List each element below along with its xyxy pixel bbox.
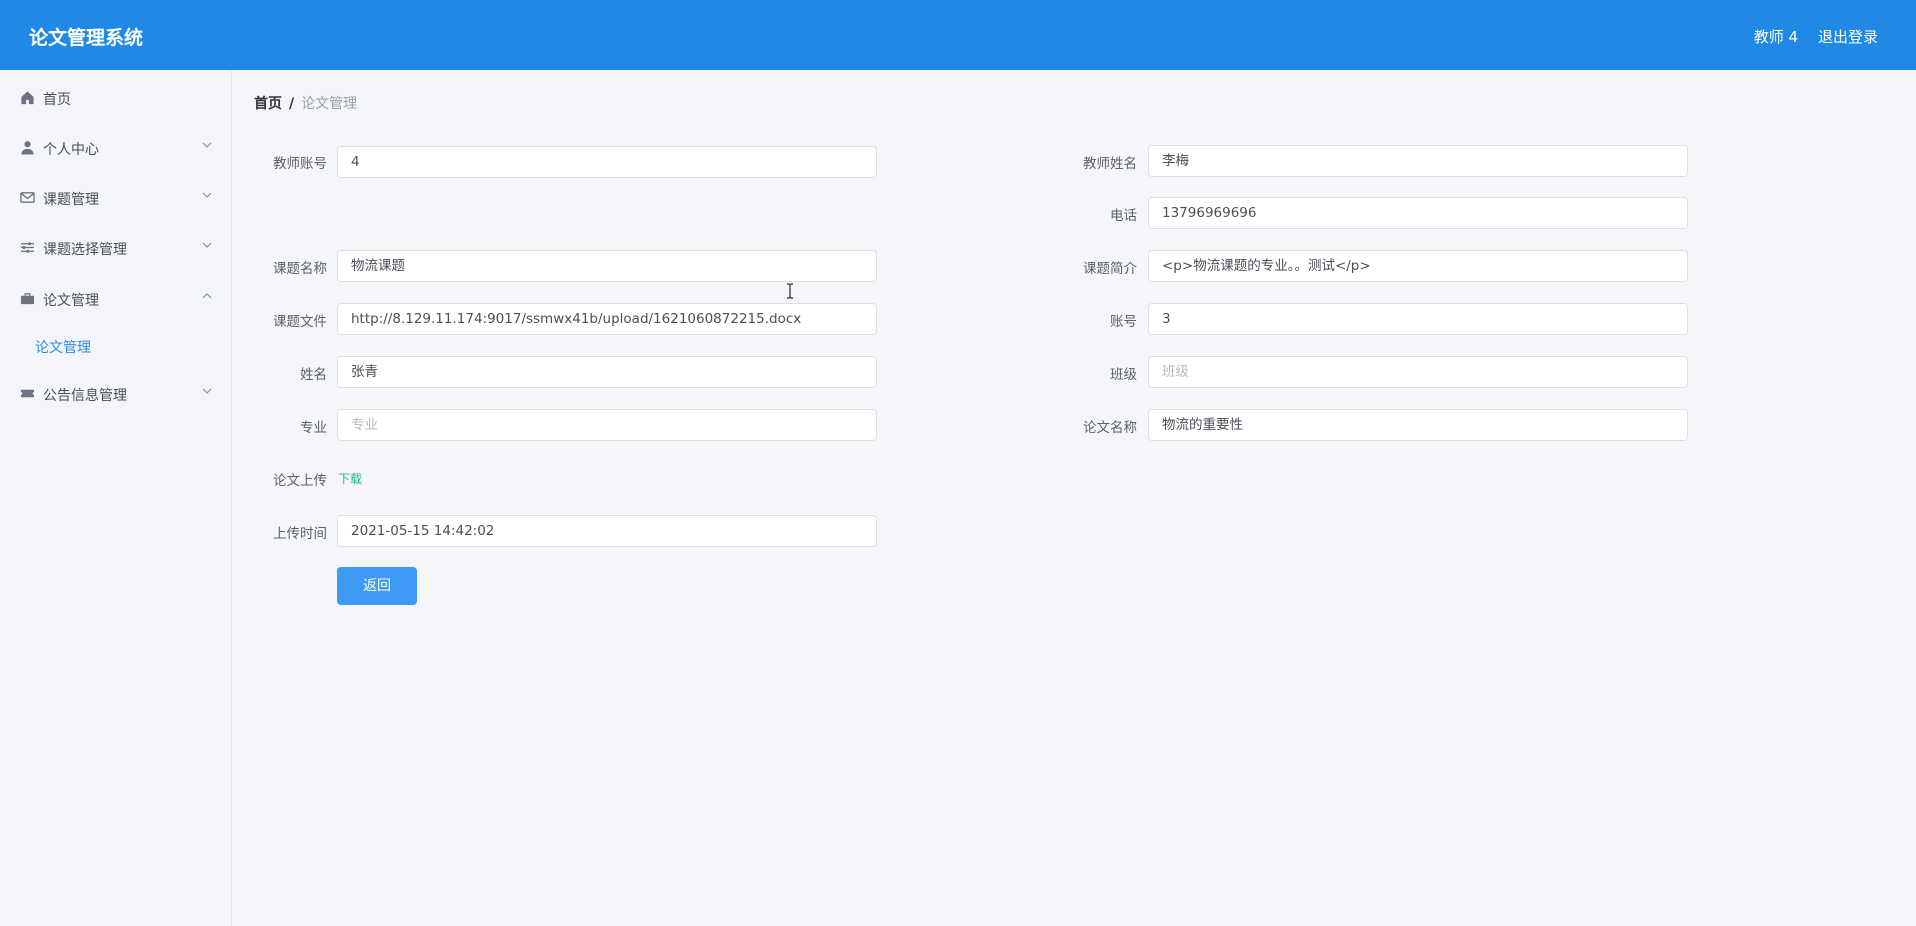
thesis-upload-label: 论文上传 — [273, 473, 327, 489]
sidebar-item-notice-management[interactable]: 公告信息管理 — [0, 369, 232, 419]
phone-label: 电话 — [1110, 208, 1137, 224]
sidebar-item-thesis-management[interactable]: 论文管理 — [0, 274, 232, 324]
thesis-name-field[interactable]: 物流的重要性 — [1148, 409, 1688, 441]
sidebar-item-home[interactable]: 首页 — [0, 73, 232, 123]
sidebar-item-label: 课题选择管理 — [43, 242, 127, 258]
download-link[interactable]: 下载 — [338, 470, 362, 487]
topic-file-field[interactable]: http://8.129.11.174:9017/ssmwx41b/upload… — [337, 303, 877, 335]
chevron-down-icon — [202, 388, 212, 394]
account-field[interactable]: 3 — [1148, 303, 1688, 335]
name-field[interactable]: 张青 — [337, 356, 877, 388]
text-cursor-icon — [787, 283, 793, 299]
home-icon — [21, 91, 34, 105]
major-field[interactable]: 专业 — [337, 409, 877, 441]
topic-name-field[interactable]: 物流课题 — [337, 250, 877, 282]
phone-field[interactable]: 13796969696 — [1148, 197, 1688, 229]
topic-name-label: 课题名称 — [273, 261, 327, 277]
sidebar-item-label: 论文管理 — [43, 293, 99, 309]
sidebar-item-label: 公告信息管理 — [43, 388, 127, 404]
current-user: 教师 4 — [1753, 28, 1798, 46]
upload-time-field[interactable]: 2021-05-15 14:42:02 — [337, 515, 877, 547]
name-label: 姓名 — [300, 367, 327, 383]
sidebar-item-label: 个人中心 — [43, 142, 99, 158]
ticket-icon — [20, 389, 35, 398]
sidebar-item-label: 课题管理 — [43, 192, 99, 208]
mail-icon — [20, 192, 35, 203]
teacher-account-field[interactable]: 4 — [337, 146, 877, 178]
topic-intro-field[interactable]: <p>物流课题的专业。。测试</p> — [1148, 250, 1688, 282]
sidebar-item-topic-selection-management[interactable]: 课题选择管理 — [0, 223, 232, 273]
logout-link[interactable]: 退出登录 — [1818, 26, 1878, 47]
sidebar-subitem-label: 论文管理 — [35, 340, 91, 356]
account-label: 账号 — [1110, 314, 1137, 330]
topic-file-label: 课题文件 — [273, 314, 327, 330]
thesis-name-label: 论文名称 — [1083, 420, 1137, 436]
user-icon — [21, 141, 34, 155]
sidebar-item-personal-center[interactable]: 个人中心 — [0, 123, 232, 173]
top-bar: 论文管理系统 教师 4 退出登录 — [0, 0, 1916, 70]
major-label: 专业 — [300, 420, 327, 436]
chevron-up-icon — [202, 293, 212, 299]
sidebar: 首页 个人中心 课题管理 课题选择管理 论文管理 论文管理 公告信息管理 — [0, 70, 232, 926]
sidebar-item-topic-management[interactable]: 课题管理 — [0, 173, 232, 223]
upload-time-label: 上传时间 — [273, 526, 327, 542]
chevron-down-icon — [202, 142, 212, 148]
app-title: 论文管理系统 — [29, 27, 144, 49]
back-button[interactable]: 返回 — [337, 567, 417, 605]
sliders-icon — [20, 242, 35, 253]
class-label: 班级 — [1110, 367, 1137, 383]
sidebar-item-label: 首页 — [43, 92, 71, 108]
teacher-account-label: 教师账号 — [273, 156, 327, 172]
class-field[interactable]: 班级 — [1148, 356, 1688, 388]
breadcrumb-current: 论文管理 — [301, 96, 358, 112]
breadcrumb: 首页 / 论文管理 — [254, 93, 357, 113]
topic-intro-label: 课题简介 — [1083, 261, 1137, 277]
teacher-name-field[interactable]: 李梅 — [1148, 145, 1688, 177]
briefcase-icon — [20, 293, 35, 305]
sidebar-subitem-thesis-management[interactable]: 论文管理 — [0, 325, 232, 365]
breadcrumb-separator: / — [289, 96, 295, 112]
breadcrumb-home[interactable]: 首页 — [254, 96, 282, 112]
chevron-down-icon — [202, 242, 212, 248]
teacher-name-label: 教师姓名 — [1083, 156, 1137, 172]
chevron-down-icon — [202, 192, 212, 198]
